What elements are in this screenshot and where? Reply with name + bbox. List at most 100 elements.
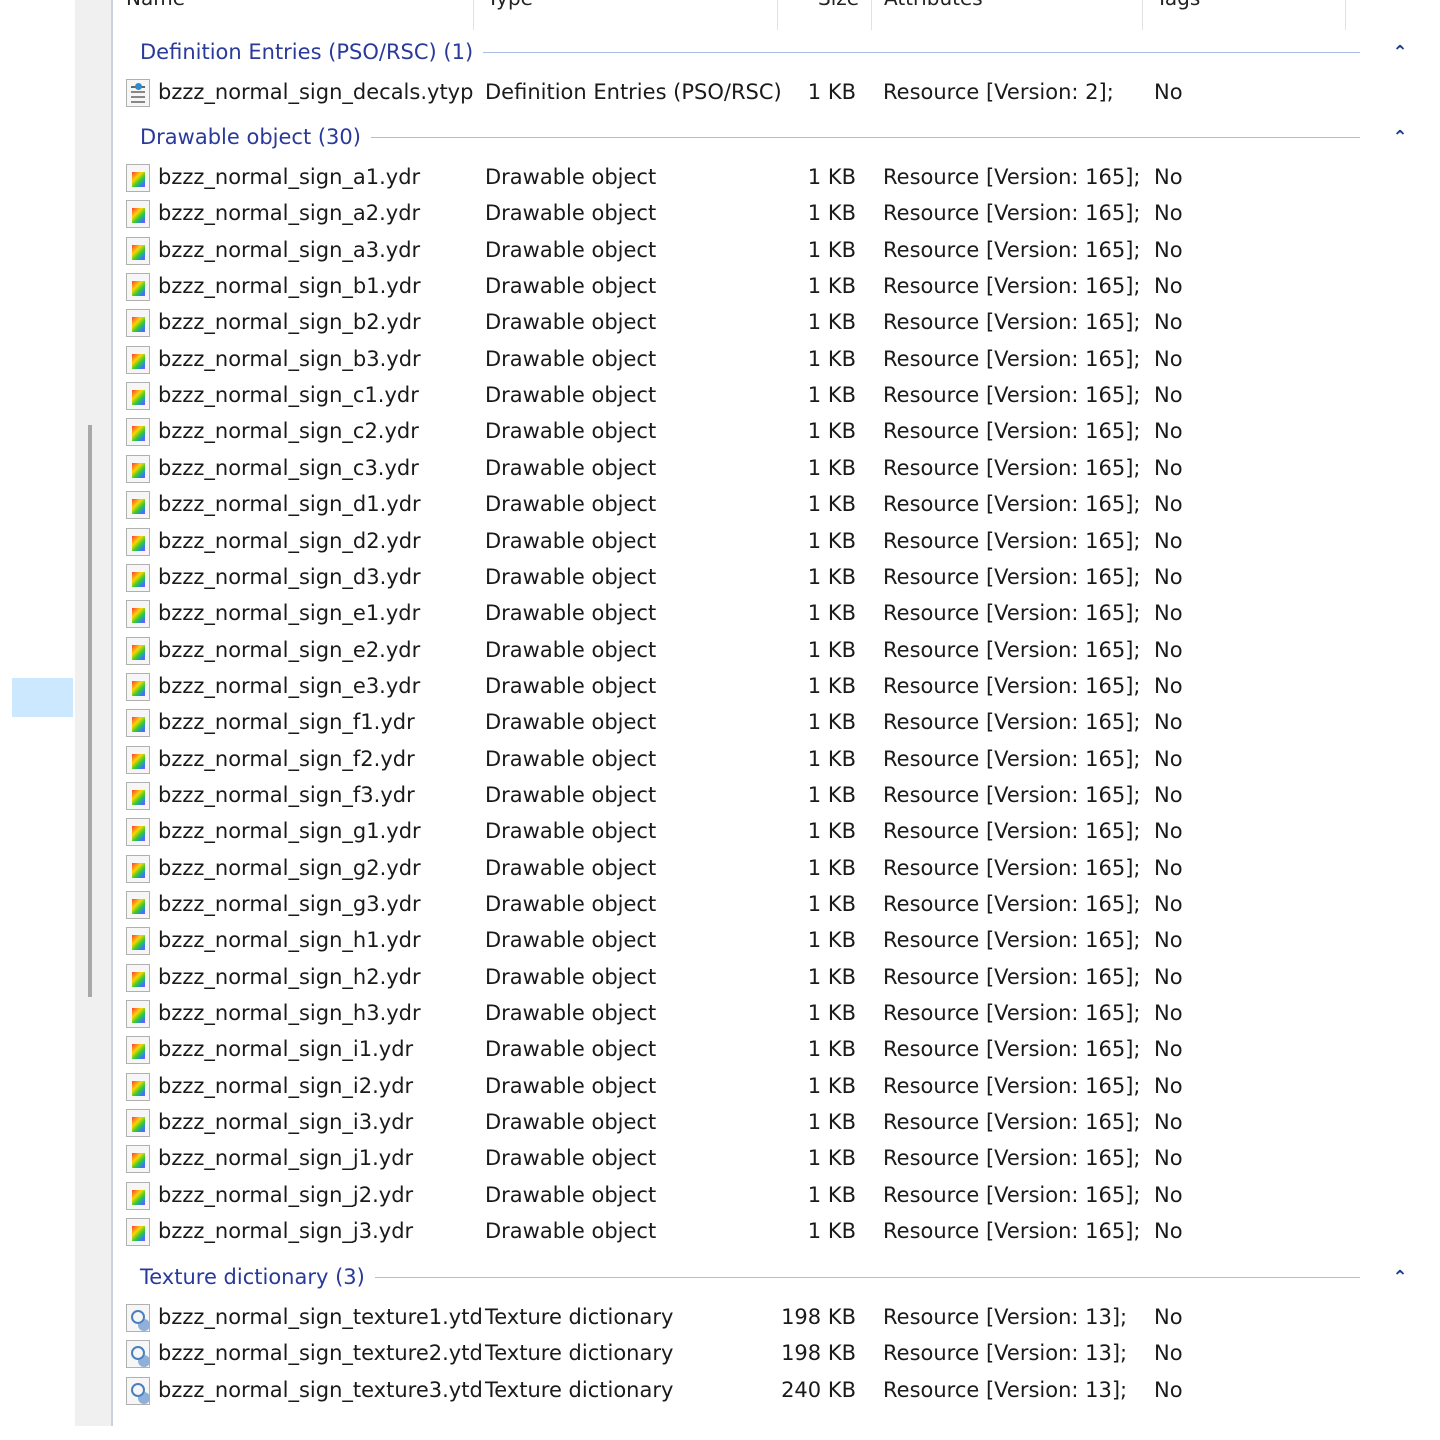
chevron-up-icon[interactable]: ⌃: [1380, 127, 1420, 148]
file-row[interactable]: bzzz_normal_sign_g1.ydr Drawable object …: [124, 815, 1224, 849]
file-tags: No: [1154, 637, 1183, 662]
column-separator[interactable]: [777, 0, 778, 30]
group-label: Texture dictionary (3): [140, 1265, 365, 1289]
file-type: Drawable object: [485, 1110, 657, 1135]
file-tags: No: [1154, 1219, 1183, 1244]
file-name: bzzz_normal_sign_h1.ydr: [158, 928, 421, 953]
file-row[interactable]: bzzz_normal_sign_h1.ydr Drawable object …: [124, 924, 1224, 958]
file-row[interactable]: bzzz_normal_sign_g3.ydr Drawable object …: [124, 888, 1224, 922]
file-row[interactable]: bzzz_normal_sign_b2.ydr Drawable object …: [124, 306, 1224, 340]
file-row[interactable]: bzzz_normal_sign_b1.ydr Drawable object …: [124, 270, 1224, 304]
file-name: bzzz_normal_sign_i2.ydr: [158, 1073, 414, 1098]
column-header-tags[interactable]: Tags: [1156, 0, 1200, 10]
column-separator[interactable]: [1345, 0, 1346, 30]
file-row[interactable]: bzzz_normal_sign_j1.ydr Drawable object …: [124, 1142, 1224, 1176]
file-name: bzzz_normal_sign_d3.ydr: [158, 564, 421, 589]
file-type: Drawable object: [485, 964, 657, 989]
column-header-type[interactable]: Type: [487, 0, 533, 10]
file-tags: No: [1154, 1110, 1183, 1135]
file-row[interactable]: bzzz_normal_sign_d1.ydr Drawable object …: [124, 488, 1224, 522]
file-size: 1 KB: [807, 346, 856, 371]
file-row[interactable]: bzzz_normal_sign_a2.ydr Drawable object …: [124, 197, 1224, 231]
file-tags: No: [1154, 201, 1183, 226]
file-row[interactable]: bzzz_normal_sign_i1.ydr Drawable object …: [124, 1033, 1224, 1067]
chevron-up-icon[interactable]: ⌃: [1380, 1267, 1420, 1288]
file-type: Drawable object: [485, 346, 657, 371]
file-row[interactable]: bzzz_normal_sign_a3.ydr Drawable object …: [124, 234, 1224, 268]
column-separator[interactable]: [473, 0, 474, 30]
file-attributes: Resource [Version: 165];: [883, 165, 1141, 189]
file-row[interactable]: bzzz_normal_sign_e1.ydr Drawable object …: [124, 597, 1224, 631]
file-row[interactable]: bzzz_normal_sign_i2.ydr Drawable object …: [124, 1070, 1224, 1104]
file-row[interactable]: bzzz_normal_sign_d2.ydr Drawable object …: [124, 525, 1224, 559]
file-row[interactable]: bzzz_normal_sign_j2.ydr Drawable object …: [124, 1179, 1224, 1213]
file-name: bzzz_normal_sign_g3.ydr: [158, 892, 421, 916]
file-row[interactable]: bzzz_normal_sign_h3.ydr Drawable object …: [124, 997, 1224, 1031]
file-attributes: Resource [Version: 165];: [883, 1037, 1141, 1062]
ydr-file-icon: [126, 1000, 150, 1029]
file-tags: No: [1154, 819, 1183, 844]
file-row[interactable]: bzzz_normal_sign_c1.ydr Drawable object …: [124, 379, 1224, 413]
file-attributes: Resource [Version: 165];: [883, 564, 1141, 589]
file-row[interactable]: bzzz_normal_sign_c3.ydr Drawable object …: [124, 452, 1224, 486]
file-tags: No: [1154, 1073, 1183, 1098]
file-attributes: Resource [Version: 2];: [883, 80, 1114, 104]
chevron-up-icon[interactable]: ⌃: [1380, 42, 1420, 63]
file-row[interactable]: bzzz_normal_sign_i3.ydr Drawable object …: [124, 1106, 1224, 1140]
file-size: 1 KB: [807, 492, 856, 517]
file-name: bzzz_normal_sign_f1.ydr: [158, 710, 415, 735]
ydr-file-icon: [126, 309, 150, 338]
file-size: 1 KB: [807, 201, 856, 226]
file-tags: No: [1154, 1182, 1183, 1207]
file-tags: No: [1154, 419, 1183, 444]
navigation-pane-edge: [75, 0, 111, 1426]
file-type: Drawable object: [485, 1073, 657, 1098]
column-header-attributes[interactable]: Attributes: [884, 0, 983, 10]
file-name: bzzz_normal_sign_a2.ydr: [158, 201, 421, 226]
group-header[interactable]: Texture dictionary (3) ⌃: [140, 1262, 1420, 1292]
file-size: 1 KB: [807, 1037, 856, 1062]
nav-pane-scrollbar-thumb[interactable]: [88, 425, 92, 997]
file-type: Drawable object: [485, 1182, 657, 1207]
pane-divider[interactable]: [111, 0, 113, 1426]
file-size: 1 KB: [807, 855, 856, 880]
file-attributes: Resource [Version: 165];: [883, 964, 1141, 989]
file-row[interactable]: bzzz_normal_sign_texture1.ytd Texture di…: [124, 1301, 1224, 1335]
file-row[interactable]: bzzz_normal_sign_g2.ydr Drawable object …: [124, 852, 1224, 886]
group-header[interactable]: Definition Entries (PSO/RSC) (1) ⌃: [140, 37, 1420, 67]
column-header-name[interactable]: Name: [126, 0, 185, 10]
file-row[interactable]: bzzz_normal_sign_c2.ydr Drawable object …: [124, 415, 1224, 449]
file-row[interactable]: bzzz_normal_sign_e2.ydr Drawable object …: [124, 634, 1224, 668]
file-row[interactable]: bzzz_normal_sign_texture3.ytd Texture di…: [124, 1374, 1224, 1408]
column-separator[interactable]: [871, 0, 872, 30]
ydr-file-icon: [126, 781, 150, 810]
file-size: 1 KB: [807, 746, 856, 771]
nav-pane-selected-item[interactable]: [12, 678, 73, 717]
ydr-file-icon: [126, 600, 150, 629]
file-size: 1 KB: [807, 637, 856, 662]
file-name: bzzz_normal_sign_j2.ydr: [158, 1182, 414, 1207]
file-row[interactable]: bzzz_normal_sign_j3.ydr Drawable object …: [124, 1215, 1224, 1249]
file-attributes: Resource [Version: 165];: [883, 346, 1141, 371]
file-type: Drawable object: [485, 1037, 657, 1062]
file-row[interactable]: bzzz_normal_sign_h2.ydr Drawable object …: [124, 961, 1224, 995]
file-row[interactable]: bzzz_normal_sign_f2.ydr Drawable object …: [124, 743, 1224, 777]
file-row[interactable]: bzzz_normal_sign_b3.ydr Drawable object …: [124, 343, 1224, 377]
file-row[interactable]: bzzz_normal_sign_f1.ydr Drawable object …: [124, 706, 1224, 740]
file-size: 1 KB: [807, 1146, 856, 1171]
file-attributes: Resource [Version: 165];: [883, 383, 1141, 408]
file-attributes: Resource [Version: 165];: [883, 782, 1141, 807]
file-row[interactable]: bzzz_normal_sign_a1.ydr Drawable object …: [124, 161, 1224, 195]
file-size: 1 KB: [807, 673, 856, 698]
column-separator[interactable]: [1142, 0, 1143, 30]
file-name: bzzz_normal_sign_h3.ydr: [158, 1001, 421, 1026]
file-row[interactable]: bzzz_normal_sign_f3.ydr Drawable object …: [124, 779, 1224, 813]
file-row[interactable]: bzzz_normal_sign_d3.ydr Drawable object …: [124, 561, 1224, 595]
file-row[interactable]: bzzz_normal_sign_decals.ytyp Definition …: [124, 76, 1224, 110]
column-header-size[interactable]: Size: [818, 0, 859, 10]
ydr-file-icon: [126, 454, 150, 483]
file-row[interactable]: bzzz_normal_sign_e3.ydr Drawable object …: [124, 670, 1224, 704]
ydr-file-icon: [126, 236, 150, 265]
group-header[interactable]: Drawable object (30) ⌃: [140, 122, 1420, 152]
file-row[interactable]: bzzz_normal_sign_texture2.ytd Texture di…: [124, 1337, 1224, 1371]
